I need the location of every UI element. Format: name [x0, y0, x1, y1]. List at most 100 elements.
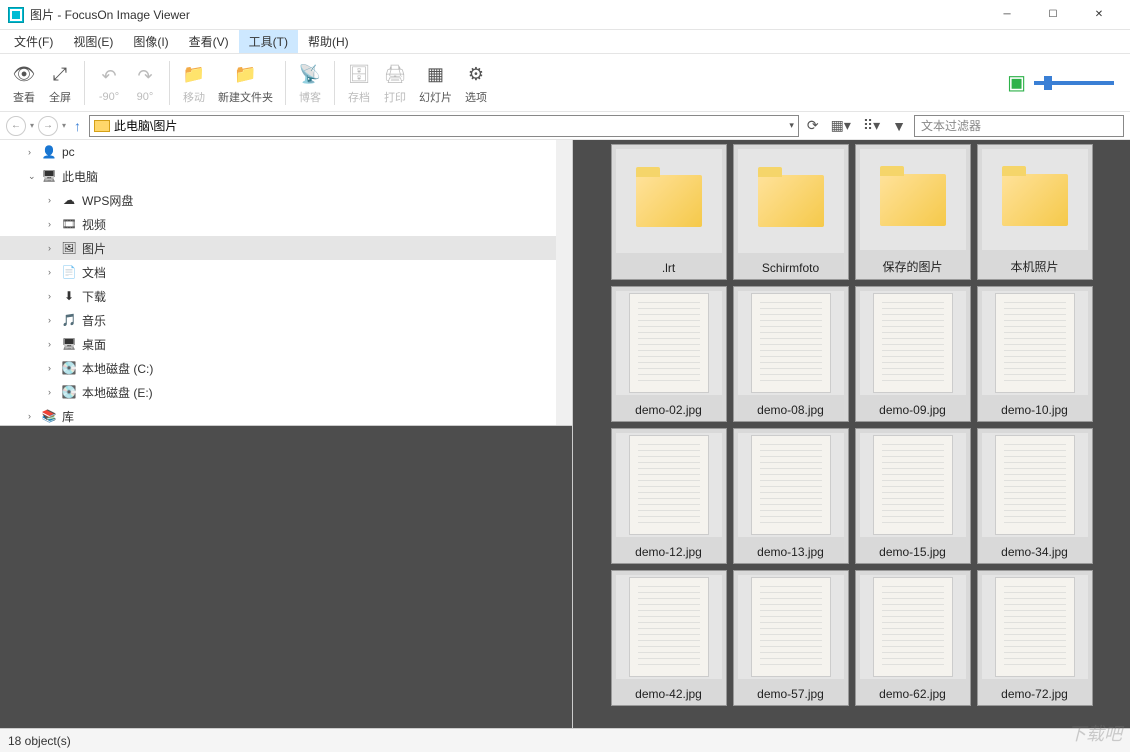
tree-arrow-icon[interactable]: ›: [48, 339, 60, 349]
thumbnail-item[interactable]: demo-57.jpg: [733, 570, 849, 706]
tree-arrow-icon[interactable]: ›: [48, 315, 60, 325]
menu-tools[interactable]: 工具(T): [239, 30, 298, 53]
tool-new-folder[interactable]: 📁新建文件夹: [212, 58, 279, 108]
thumbnail-item[interactable]: 保存的图片: [855, 144, 971, 280]
tree-item[interactable]: ›💽本地磁盘 (C:): [0, 356, 572, 380]
tool-rotate-left[interactable]: ↶-90°: [91, 58, 127, 108]
thumbnail-item[interactable]: demo-42.jpg: [611, 570, 727, 706]
menu-image[interactable]: 图像(I): [123, 30, 178, 53]
chevron-down-icon[interactable]: ▾: [62, 121, 66, 130]
tree-arrow-icon[interactable]: ›: [28, 147, 40, 157]
tree-item[interactable]: ›🖼图片: [0, 236, 572, 260]
thumbnail-label: demo-15.jpg: [856, 541, 970, 563]
refresh-button[interactable]: ⟳: [803, 117, 823, 134]
menu-view[interactable]: 视图(E): [63, 30, 123, 53]
tree-item[interactable]: ›📚库: [0, 404, 572, 426]
separator: [334, 61, 335, 105]
menu-file[interactable]: 文件(F): [4, 30, 63, 53]
thumbnail-item[interactable]: demo-02.jpg: [611, 286, 727, 422]
tool-blog[interactable]: 📡博客: [292, 58, 328, 108]
tree-item[interactable]: ›☁WPS网盘: [0, 188, 572, 212]
thumbnail-item[interactable]: demo-62.jpg: [855, 570, 971, 706]
thumbnail-item[interactable]: demo-08.jpg: [733, 286, 849, 422]
window-controls: ─ ☐ ✕: [984, 0, 1122, 30]
thumbnail-item[interactable]: Schirmfoto: [733, 144, 849, 280]
tree-arrow-icon[interactable]: ›: [48, 267, 60, 277]
close-button[interactable]: ✕: [1076, 0, 1122, 30]
thumbnail-label: demo-57.jpg: [734, 683, 848, 705]
tree-arrow-icon[interactable]: ›: [48, 195, 60, 205]
tree-item[interactable]: ›💽本地磁盘 (E:): [0, 380, 572, 404]
thumbnail-item[interactable]: demo-13.jpg: [733, 428, 849, 564]
zoom-slider-thumb[interactable]: [1044, 76, 1052, 90]
thumbnail-item[interactable]: demo-15.jpg: [855, 428, 971, 564]
archive-icon: 🗄: [348, 61, 371, 89]
tree-item-label: 文档: [82, 264, 106, 281]
menu-help[interactable]: 帮助(H): [298, 30, 359, 53]
tree-item[interactable]: ›🖥桌面: [0, 332, 572, 356]
maximize-button[interactable]: ☐: [1030, 0, 1076, 30]
tree-item[interactable]: ⌄🖥此电脑: [0, 164, 572, 188]
tool-move[interactable]: 📁移动: [176, 58, 212, 108]
view-group-button[interactable]: ⠿▾: [859, 117, 884, 134]
menu-look[interactable]: 查看(V): [179, 30, 239, 53]
thumbnail-pane[interactable]: .lrtSchirmfoto 保存的图片本机照片 demo-02.jpg demo-0…: [573, 140, 1130, 728]
tool-fullscreen[interactable]: ⤢全屏: [42, 58, 78, 108]
path-input[interactable]: 此电脑\图片 ▾: [89, 115, 799, 137]
tree-arrow-icon[interactable]: ›: [28, 411, 40, 421]
eye-icon: 👁: [13, 61, 36, 89]
scrollbar[interactable]: [556, 140, 572, 425]
tool-view[interactable]: 👁查看: [6, 58, 42, 108]
tree-item[interactable]: ›⬇下载: [0, 284, 572, 308]
thumbnail-item[interactable]: 本机照片: [977, 144, 1093, 280]
zoom-slider[interactable]: [1034, 81, 1114, 85]
zoom-slider-group: ▣: [1007, 70, 1124, 95]
thumbnail-mode-icon[interactable]: ▣: [1007, 70, 1026, 95]
tree-arrow-icon[interactable]: ›: [48, 243, 60, 253]
tree-arrow-icon[interactable]: ›: [48, 291, 60, 301]
thumbnail-item[interactable]: demo-09.jpg: [855, 286, 971, 422]
tool-rotate-right[interactable]: ↷90°: [127, 58, 163, 108]
preview-pane: [0, 426, 572, 728]
tree-item-label: 视频: [82, 216, 106, 233]
tool-options[interactable]: ⚙选项: [458, 58, 494, 108]
filter-button[interactable]: ▼: [888, 118, 910, 134]
tree-node-icon: ☁: [60, 193, 78, 207]
view-grid-button[interactable]: ▦▾: [827, 117, 855, 134]
tree-arrow-icon[interactable]: ⌄: [28, 171, 40, 182]
sidebar: ›👤pc⌄🖥此电脑›☁WPS网盘›🎞视频›🖼图片›📄文档›⬇下载›🎵音乐›🖥桌面…: [0, 140, 573, 728]
thumbnail-label: 保存的图片: [856, 254, 970, 279]
tree-item[interactable]: ›📄文档: [0, 260, 572, 284]
chevron-down-icon[interactable]: ▾: [30, 121, 34, 130]
nav-forward-button[interactable]: →: [38, 116, 58, 136]
separator: [169, 61, 170, 105]
nav-back-button[interactable]: ←: [6, 116, 26, 136]
tool-print[interactable]: 🖨打印: [377, 58, 413, 108]
thumbnail-item[interactable]: .lrt: [611, 144, 727, 280]
tree-arrow-icon[interactable]: ›: [48, 387, 60, 397]
nav-up-button[interactable]: ↑: [70, 118, 85, 134]
thumbnail-item[interactable]: demo-72.jpg: [977, 570, 1093, 706]
thumbnail-label: demo-12.jpg: [612, 541, 726, 563]
thumbnail-item[interactable]: demo-12.jpg: [611, 428, 727, 564]
tree-item-label: pc: [62, 145, 75, 159]
gear-icon: ⚙: [468, 61, 484, 89]
thumbnail-image: [982, 575, 1088, 679]
tool-archive[interactable]: 🗄存档: [341, 58, 377, 108]
filter-input[interactable]: 文本过滤器: [914, 115, 1124, 137]
tree-arrow-icon[interactable]: ›: [48, 363, 60, 373]
thumbnail-label: demo-08.jpg: [734, 399, 848, 421]
thumbnail-image: [982, 149, 1088, 250]
minimize-button[interactable]: ─: [984, 0, 1030, 30]
tree-item[interactable]: ›👤pc: [0, 140, 572, 164]
tool-slideshow[interactable]: ▦幻灯片: [413, 58, 458, 108]
tree-arrow-icon[interactable]: ›: [48, 219, 60, 229]
tree-item[interactable]: ›🎵音乐: [0, 308, 572, 332]
thumbnail-item[interactable]: demo-34.jpg: [977, 428, 1093, 564]
folder-tree[interactable]: ›👤pc⌄🖥此电脑›☁WPS网盘›🎞视频›🖼图片›📄文档›⬇下载›🎵音乐›🖥桌面…: [0, 140, 572, 426]
chevron-down-icon[interactable]: ▾: [789, 120, 794, 131]
navbar: ← ▾ → ▾ ↑ 此电脑\图片 ▾ ⟳ ▦▾ ⠿▾ ▼ 文本过滤器: [0, 112, 1130, 140]
tree-item[interactable]: ›🎞视频: [0, 212, 572, 236]
thumbnail-item[interactable]: demo-10.jpg: [977, 286, 1093, 422]
document-thumbnail: [995, 293, 1075, 393]
